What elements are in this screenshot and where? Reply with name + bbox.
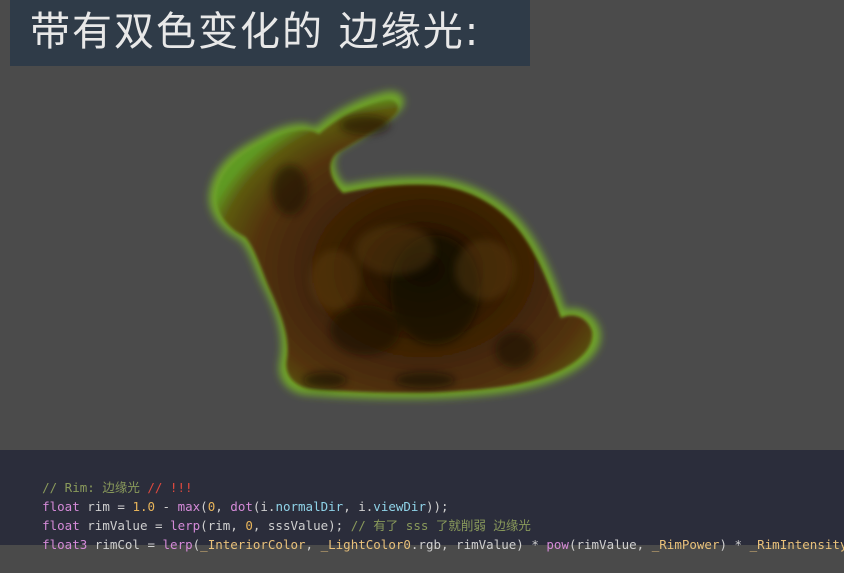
- page-title: 带有双色变化的 边缘光:: [30, 9, 481, 55]
- render-viewport: 带有双色变化的 边缘光:: [0, 0, 844, 450]
- bunny-render: [195, 80, 615, 430]
- code-panel: // Rim: 边缘光 // !!! float rim = 1.0 - max…: [0, 450, 844, 552]
- bunny-image: [209, 91, 601, 399]
- title-banner: 带有双色变化的 边缘光:: [10, 0, 530, 66]
